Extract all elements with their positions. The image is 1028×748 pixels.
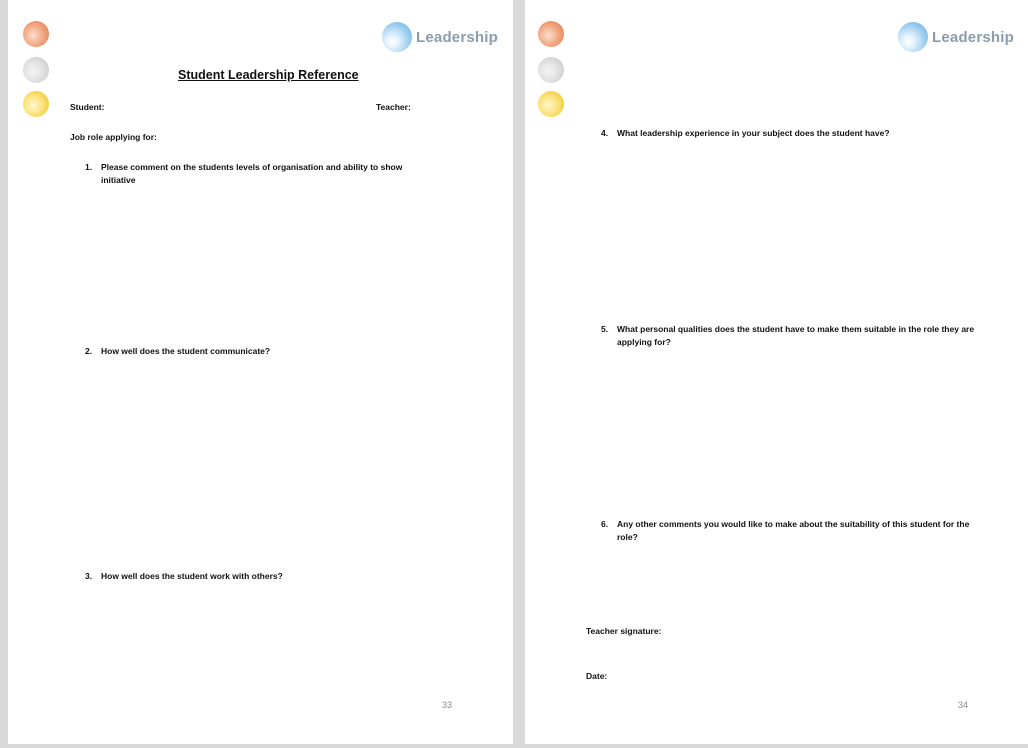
question-5: 5. What personal qualities does the stude… bbox=[601, 323, 977, 349]
question-1: 1. Please comment on the students levels … bbox=[85, 161, 421, 187]
page-gutter-left bbox=[0, 0, 8, 748]
yellow-circle-icon bbox=[538, 91, 564, 117]
leadership-logo-icon bbox=[898, 22, 928, 52]
question-6: 6. Any other comments you would like to m… bbox=[601, 518, 977, 544]
page-gutter-bottom bbox=[0, 744, 1028, 748]
orange-circle-icon bbox=[538, 21, 564, 47]
question-number: 6. bbox=[601, 519, 609, 529]
question-number: 2. bbox=[85, 346, 93, 356]
orange-circle-icon bbox=[23, 21, 49, 47]
question-text: What leadership experience in your subje… bbox=[617, 128, 890, 138]
yellow-circle-icon bbox=[23, 91, 49, 117]
question-text: How well does the student communicate? bbox=[101, 346, 271, 356]
question-3: 3. How well does the student work with ot… bbox=[85, 570, 421, 583]
leadership-logo-text: Leadership bbox=[416, 28, 499, 46]
question-number: 5. bbox=[601, 324, 609, 334]
student-label: Student: bbox=[70, 102, 105, 112]
leadership-logo-icon bbox=[382, 22, 412, 52]
teacher-label: Teacher: bbox=[376, 102, 411, 112]
grey-circle-icon bbox=[23, 57, 49, 83]
page-number: 33 bbox=[442, 700, 453, 710]
question-2: 2. How well does the student communicate? bbox=[85, 345, 421, 358]
question-text: How well does the student work with othe… bbox=[101, 571, 283, 581]
grey-circle-icon bbox=[538, 57, 564, 83]
document-page-34: Leadership 4. What leadership experience … bbox=[526, 4, 1026, 744]
document-page-33: Leadership Student Leadership Reference … bbox=[10, 4, 512, 744]
question-text: Please comment on the students levels of… bbox=[101, 162, 403, 185]
question-text: Any other comments you would like to mak… bbox=[617, 519, 970, 542]
leadership-logo: Leadership bbox=[382, 20, 498, 54]
leadership-logo-text: Leadership bbox=[932, 28, 1015, 46]
question-4: 4. What leadership experience in your sub… bbox=[601, 127, 977, 140]
question-number: 1. bbox=[85, 162, 93, 172]
teacher-signature-label: Teacher signature: bbox=[586, 626, 662, 636]
page-number: 34 bbox=[958, 700, 969, 710]
page-title: Student Leadership Reference bbox=[178, 68, 359, 82]
question-number: 3. bbox=[85, 571, 93, 581]
question-number: 4. bbox=[601, 128, 609, 138]
date-label: Date: bbox=[586, 671, 608, 681]
job-role-label: Job role applying for: bbox=[70, 132, 157, 142]
leadership-logo: Leadership bbox=[898, 20, 1014, 54]
question-text: What personal qualities does the student… bbox=[617, 324, 975, 347]
page-gutter-middle bbox=[513, 0, 525, 748]
